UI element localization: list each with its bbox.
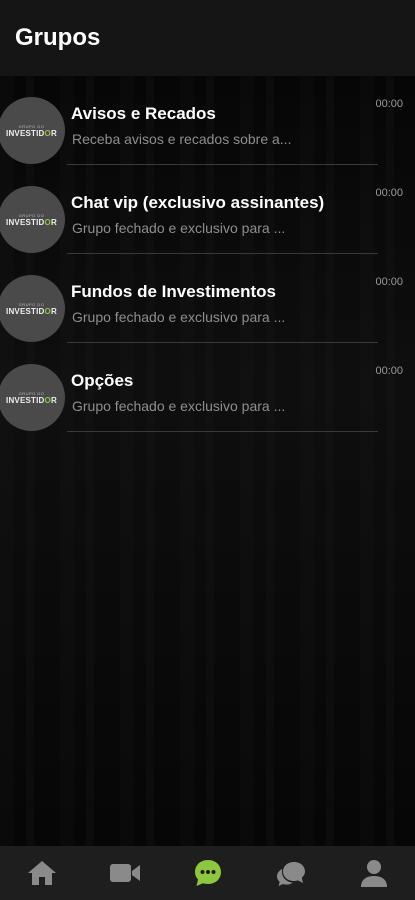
header: Grupos [0,0,415,76]
group-title: Avisos e Recados [71,104,216,123]
group-avatar: GRUPO DO INVESTIDOR [0,97,65,164]
group-avatar: GRUPO DO INVESTIDOR [0,364,65,431]
page-title: Grupos [15,24,101,51]
forum-icon [276,862,305,886]
avatar-logo: INVESTIDOR [6,217,57,227]
group-row-fundos[interactable]: GRUPO DO INVESTIDOR Fundos de Investimen… [0,254,415,343]
group-list: GRUPO DO INVESTIDOR Avisos e Recados Rec… [0,76,415,432]
group-preview: Grupo fechado e exclusivo para ... [72,309,286,325]
group-row-chat-vip[interactable]: GRUPO DO INVESTIDOR Chat vip (exclusivo … [0,165,415,254]
avatar-logo: INVESTIDOR [6,395,57,405]
group-row-avisos[interactable]: GRUPO DO INVESTIDOR Avisos e Recados Rec… [0,76,415,165]
group-preview: Receba avisos e recados sobre a... [72,131,292,147]
divider [67,431,378,432]
tab-home[interactable] [22,853,62,893]
tab-chat[interactable] [188,853,228,893]
avatar-logo: INVESTIDOR [6,128,57,138]
avatar-logo: INVESTIDOR [6,306,57,316]
group-avatar: GRUPO DO INVESTIDOR [0,186,65,253]
group-preview: Grupo fechado e exclusivo para ... [72,398,286,414]
tab-profile[interactable] [354,853,394,893]
group-time: 00:00 [375,276,403,288]
bottom-tab-bar [0,846,415,900]
profile-icon [360,860,387,887]
tab-video[interactable] [105,853,145,893]
video-icon [109,864,140,882]
group-row-opcoes[interactable]: GRUPO DO INVESTIDOR Opções Grupo fechado… [0,343,415,432]
home-icon [27,861,56,885]
tab-forum[interactable] [271,853,311,893]
group-time: 00:00 [375,187,403,199]
group-title: Fundos de Investimentos [71,282,276,301]
group-avatar: GRUPO DO INVESTIDOR [0,275,65,342]
group-title: Opções [71,371,134,390]
app-screen: Grupos GRUPO DO INVESTIDOR Avisos e Reca… [0,0,415,900]
chat-icon [194,860,221,886]
group-time: 00:00 [375,98,403,110]
group-time: 00:00 [375,365,403,377]
group-preview: Grupo fechado e exclusivo para ... [72,220,286,236]
group-title: Chat vip (exclusivo assinantes) [71,193,325,212]
